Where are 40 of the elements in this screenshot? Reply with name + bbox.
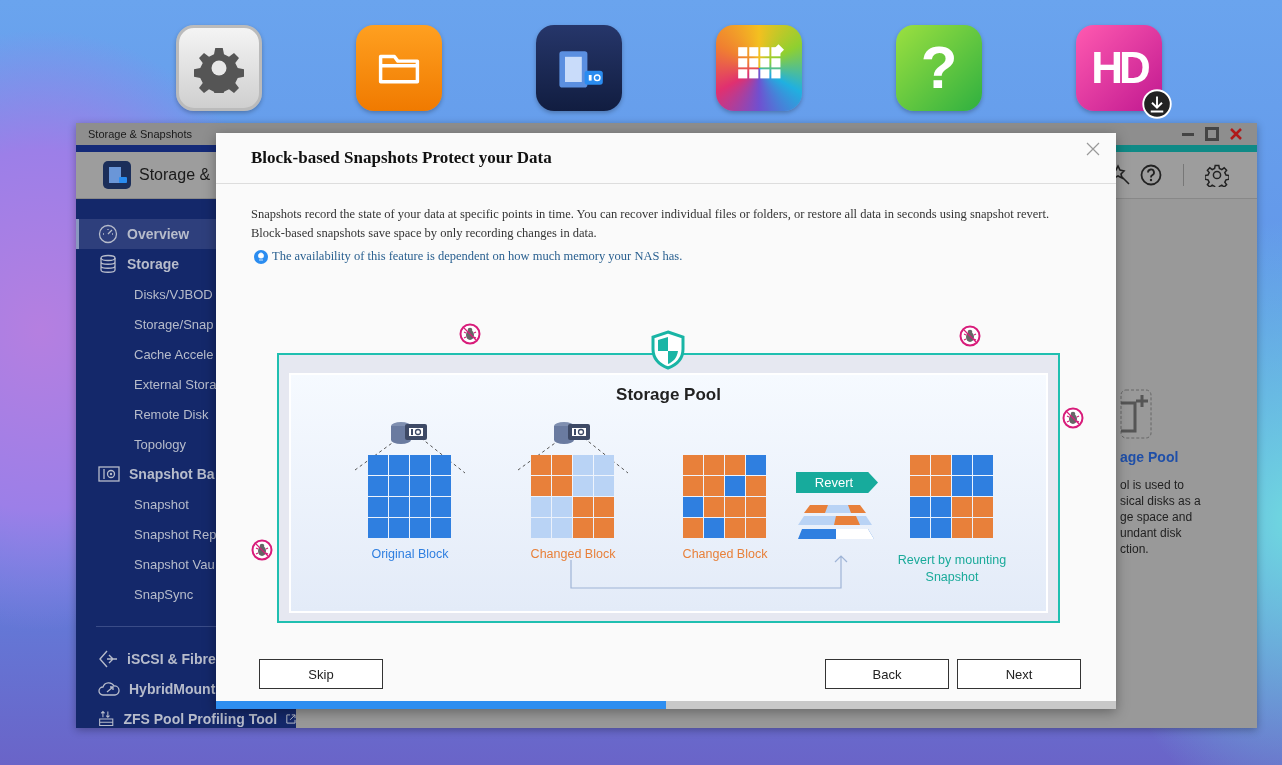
dialog-title: Block-based Snapshots Protect your Data [251,148,552,168]
blocked-bug-icon [959,325,981,347]
blocked-bug-icon [1062,407,1084,429]
grid-icon[interactable] [716,25,802,111]
download-icon [1142,89,1172,119]
revert-tag: Revert [796,472,878,493]
database-icon [98,254,118,274]
gear-icon[interactable] [176,25,262,111]
stage-label: Changed Block [681,546,769,563]
folder-icon[interactable] [356,25,442,111]
diagram-title: Storage Pool [615,385,722,405]
diamond-plug-icon [98,649,118,669]
camera-icon [98,464,120,484]
hd-app-icon[interactable]: HD [1076,25,1162,111]
window-title: Storage & Snapshots [88,128,192,140]
disk-stack-icon [98,709,115,728]
app-title: Storage & [139,166,211,184]
help-icon[interactable] [1140,164,1162,186]
blocked-bug-icon [459,323,481,345]
lightbulb-icon [254,249,268,264]
database-icon[interactable] [536,25,622,111]
gauge-icon [98,224,118,244]
blocked-bug-icon [251,539,273,561]
stage-label: Changed Block [529,546,617,563]
panel-description: ol is used to sical disks as a ge space and undant disk ction. [1120,477,1201,557]
panel-title: age Pool [1120,449,1179,465]
dialog-button[interactable]: Skip [259,659,383,689]
sidebar-item[interactable]: ZFS Pool Profiling Tool [76,704,296,728]
add-storage-icon [1120,389,1152,439]
stage-label: Original Block [370,546,450,563]
storage-app-icon [103,161,131,189]
settings-icon[interactable] [1205,163,1229,187]
dialog-button[interactable]: Back [825,659,949,689]
maximize-button[interactable] [1205,127,1219,141]
stage-label: Revert by mounting Snapshot [896,552,1008,586]
note-text: The availability of this feature is dependent on how much memory your NAS has. [272,249,683,264]
dialog-button[interactable]: Next [957,659,1081,689]
cloud-icon [98,679,120,699]
sidebar-item[interactable]: Snapshot Ba [76,459,296,489]
close-icon[interactable] [1086,142,1100,156]
